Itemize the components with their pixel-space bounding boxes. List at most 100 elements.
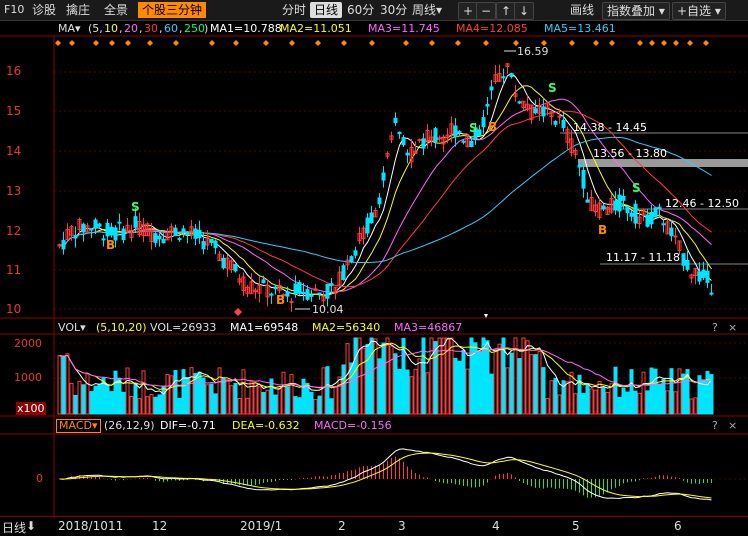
period-down-icon[interactable]: ⬇	[26, 519, 36, 533]
volume-bar	[405, 369, 410, 415]
volume-bar	[57, 355, 62, 415]
volume-bar	[161, 385, 166, 415]
signal-diamond	[593, 40, 599, 46]
volume-bar	[225, 379, 230, 415]
candle-body	[369, 212, 374, 224]
volume-bar	[477, 351, 482, 415]
volume-bar	[505, 367, 510, 415]
volume-bar	[321, 367, 326, 415]
volume-bar	[661, 378, 666, 415]
volume-bar	[77, 380, 82, 415]
candle-body	[477, 129, 482, 136]
macd-lines	[59, 448, 712, 501]
candle-body	[397, 131, 402, 135]
candle-body	[633, 203, 638, 224]
candle-body	[457, 131, 462, 134]
candle-body	[709, 292, 714, 295]
volume-bar	[261, 391, 266, 415]
candle-body	[93, 219, 98, 229]
volume-bar	[609, 383, 614, 415]
volume-bar	[441, 337, 446, 415]
volume-bar	[425, 372, 430, 415]
volume-bar	[529, 354, 534, 415]
candle-body	[301, 292, 306, 295]
candle-body	[329, 283, 334, 287]
volume-bar	[545, 398, 550, 415]
volume-bar	[621, 387, 626, 415]
volume-bar	[673, 391, 678, 415]
volume-bar	[189, 367, 194, 415]
candle-body	[697, 271, 702, 282]
volume-bar	[121, 391, 126, 415]
volume-bar	[349, 362, 354, 415]
low-label: 10.04	[312, 303, 344, 316]
volume-bar	[689, 398, 694, 415]
volume-bar	[253, 382, 258, 415]
volume-bar	[669, 368, 674, 415]
buy-signal-2: B	[276, 293, 285, 307]
volume-bar	[665, 390, 670, 415]
volume-bars	[57, 337, 714, 415]
sell-signal-3: S	[548, 81, 557, 95]
volume-bar	[597, 381, 602, 415]
volume-bar	[413, 368, 418, 415]
volume-bar	[465, 368, 470, 415]
volume-bar	[209, 383, 214, 415]
x-tick-4: 2	[338, 519, 346, 533]
volume-bar	[429, 337, 434, 415]
candle-body	[421, 138, 426, 149]
candle-body	[73, 235, 78, 239]
candle-body	[341, 265, 346, 281]
signal-diamonds	[55, 40, 709, 46]
volume-bar	[313, 398, 318, 415]
volume-bar	[397, 369, 402, 415]
candle-body	[437, 137, 442, 140]
candle-body	[681, 253, 686, 266]
candle-body	[417, 139, 422, 142]
volume-bar	[81, 384, 86, 415]
candlestick-chart[interactable]: 16.59 10.04 14.38 - 14.45 13.56 - 13.80 …	[0, 0, 748, 516]
buy-signal-4: B	[598, 223, 607, 237]
candle-body	[617, 194, 622, 212]
candle-body	[485, 103, 490, 107]
volume-bar	[105, 384, 110, 415]
signal-diamond	[315, 40, 321, 46]
volume-bar	[637, 392, 642, 415]
volume-bar	[565, 381, 570, 415]
candle-body	[629, 212, 634, 217]
volume-bar	[89, 391, 94, 415]
candle-body	[381, 172, 386, 181]
volume-bar	[221, 377, 226, 415]
candle-body	[601, 205, 606, 210]
volume-bar	[601, 386, 606, 415]
volume-bar	[217, 367, 222, 415]
volume-bar	[197, 371, 202, 415]
candle-body	[201, 241, 206, 250]
candle-body	[517, 101, 522, 104]
volume-bar	[309, 391, 314, 415]
volume-bar	[113, 370, 118, 415]
candle-body	[109, 226, 114, 236]
volume-bar	[629, 369, 634, 415]
zone-label-2: 13.56 - 13.80	[593, 147, 667, 160]
volume-bar	[73, 394, 78, 415]
candle-body	[273, 286, 278, 290]
volume-bar	[453, 357, 458, 415]
signal-diamond	[289, 40, 295, 46]
candle-body	[185, 231, 190, 235]
signal-diamond	[125, 40, 131, 46]
volume-bar	[633, 390, 638, 415]
volume-bar	[149, 394, 154, 415]
high-label: 16.59	[517, 45, 549, 58]
candle-body	[433, 128, 438, 143]
volume-bar	[417, 358, 422, 415]
volume-bar	[457, 360, 462, 415]
volume-bar	[341, 364, 346, 415]
candle-body	[453, 125, 458, 138]
candle-body	[541, 106, 546, 117]
period-label[interactable]: 日线	[2, 519, 26, 536]
candle-body	[177, 238, 182, 241]
candles	[57, 62, 714, 312]
volume-bar	[293, 396, 298, 415]
annotations: 16.59 10.04 14.38 - 14.45 13.56 - 13.80 …	[106, 45, 739, 318]
